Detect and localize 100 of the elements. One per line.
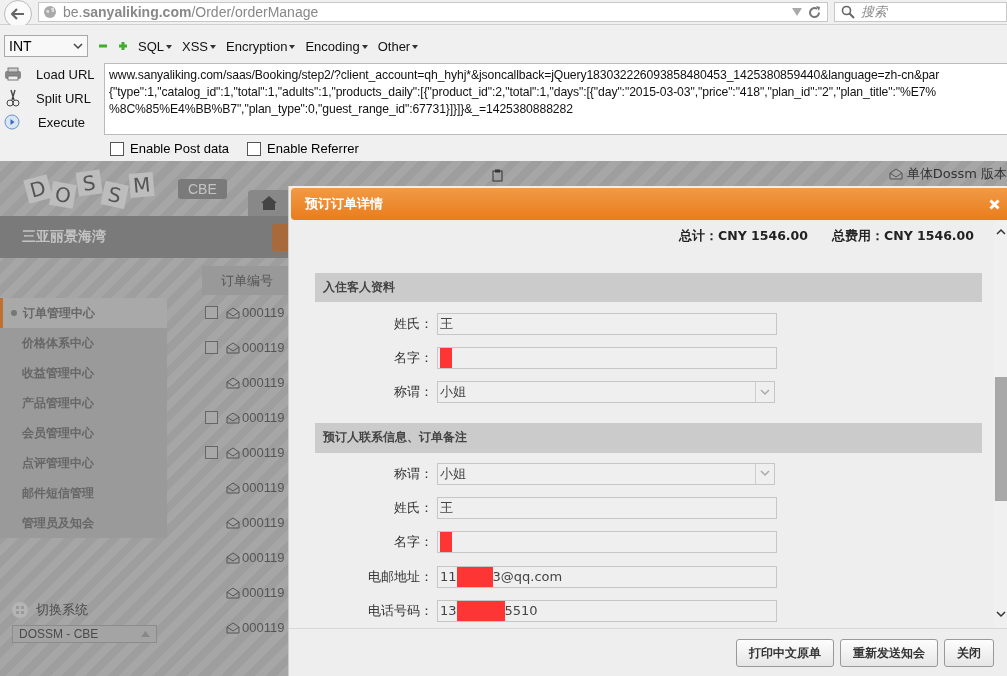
checkbox[interactable] [205,341,218,354]
envelope-icon [888,168,903,180]
envelope-icon [226,516,240,529]
caret-down-icon [361,45,368,50]
dialog-button[interactable]: 关闭 [944,639,994,667]
dropdown-triangle-icon[interactable] [792,8,802,16]
dialog-button[interactable]: 重新发送知会 [840,639,938,667]
field-label: 名字： [393,533,433,552]
grid-circle-icon [12,602,28,618]
checkbox[interactable] [205,446,218,459]
search-field[interactable]: 搜索 [834,2,1007,22]
section-header: 入住客人资料 [315,273,982,303]
toolbar-menu[interactable]: Encoding [305,38,368,54]
order-number[interactable]: 000119 [242,515,285,530]
play-icon [4,114,20,130]
reload-icon[interactable] [808,5,821,19]
field-label: 电话号码： [367,601,433,620]
toolbar-menu[interactable]: XSS [182,38,217,54]
order-number[interactable]: 000119 [242,480,285,495]
text-field[interactable]: 11 3@qq.com [437,565,777,588]
address-bar[interactable]: be.sanyaliking.com/Order/orderManage [38,2,828,22]
chevron-up-icon [996,228,1006,235]
toolbar-menu[interactable]: Encryption [226,38,296,54]
redaction-mark [440,532,452,553]
select-field[interactable]: 小姐 [437,462,775,485]
text-field[interactable]: 王 [437,497,777,519]
field-label: 称谓： [393,464,433,483]
clipboard-icon[interactable] [492,169,503,182]
field-value: 11 3@qq.com [440,566,563,587]
section-header: 预订人联系信息、订单备注 [315,423,982,453]
envelope-icon [226,481,240,494]
system-select[interactable]: DOSSM - CBE [12,625,157,643]
caret-down-icon [210,45,217,50]
back-button[interactable] [4,0,32,28]
order-number[interactable]: 000119 [242,585,285,600]
caret-down-icon [166,45,172,50]
redaction-mark [456,566,493,587]
action-button[interactable]: Split URL [36,90,91,106]
dialog-button[interactable]: 打印中文原单 [736,639,834,667]
field-value: 小姐 [440,464,466,483]
envelope-icon [226,411,240,424]
envelope-icon [226,341,240,354]
version-text: 单体Dossm 版本 [906,165,1007,183]
checkbox-label: Enable Referrer [267,141,359,156]
field-label: 姓氏： [393,314,433,333]
order-number[interactable]: 000119 [242,620,285,635]
envelope-icon [226,306,240,319]
checkbox[interactable] [110,141,124,156]
envelope-icon [226,586,240,599]
dialog-title: 预订订单详情 [305,195,383,213]
home-icon [261,196,277,210]
caret-down-icon [289,45,296,50]
hotel-name: 三亚丽景海湾 [22,228,106,246]
envelope-icon [226,621,240,634]
search-icon [841,5,855,19]
url-text: be.sanyaliking.com/Order/orderManage [63,4,320,20]
order-number[interactable]: 000119 [242,375,285,390]
order-number[interactable]: 000119 [242,445,285,460]
chevron-down-icon [996,611,1006,618]
text-field[interactable] [437,346,777,369]
checkbox[interactable] [205,306,218,319]
close-button[interactable] [989,198,1000,210]
field-value: 13 5510 [440,600,538,621]
chevron-down-icon [760,470,770,478]
action-button[interactable]: Execute [38,114,85,130]
field-value: 小姐 [440,383,466,402]
envelope-icon [226,376,240,389]
text-field[interactable] [437,531,777,554]
back-arrow-icon [11,8,25,20]
envelope-icon [226,551,240,564]
order-number[interactable]: 000119 [242,340,285,355]
chevron-down-icon [760,388,770,396]
field-label: 称谓： [393,383,433,402]
field-label: 名字： [393,348,433,367]
text-field[interactable]: 王 [437,312,777,335]
action-button[interactable]: Load URL [36,66,95,82]
toolbar-menu[interactable]: Other [377,38,419,54]
caret-up-icon [141,631,150,637]
envelope-icon [226,446,240,459]
scissors-icon [4,89,22,107]
checkbox[interactable] [247,141,262,156]
home-tab[interactable] [248,190,290,216]
total-text: 总费用：CNY 1546.00 [832,228,974,245]
url-textarea[interactable]: www.sanyaliking.com/saas/Booking/step2/?client_account=qh_hyhj*&jsoncallback=jQuery183032226093858480453_1425380859440&language=zh-cn&par {"type":1,"catalog_id":1,"total":1,"adults":1,"products_daily":[{"product_id":2,"total":1,"days":[{"day":"2015-03-03","price":"418","plan_id":"2","plan_title":"%E7% %8C%85%E4%BB%B7","plan_type":0,"guest_range_id":67731}]}]}&_=1425380888282 [104,63,1007,135]
checkbox[interactable] [205,411,218,424]
order-number[interactable]: 000119 [242,550,285,565]
order-number[interactable]: 000119 [242,410,285,425]
redaction-mark [456,600,505,621]
redaction-mark [440,347,452,368]
toolbar-menu[interactable]: SQL [138,38,172,54]
text-field[interactable]: 13 5510 [437,599,777,622]
caret-down-icon [412,45,419,50]
total-text: 总计：CNY 1546.00 [679,228,808,245]
printer-icon [4,67,22,81]
order-number[interactable]: 000119 [242,305,285,320]
logo-badge: CBE [178,178,227,199]
select-field[interactable]: 小姐 [437,381,775,404]
plus-icon[interactable] [118,41,128,51]
type-select[interactable]: INT [4,35,88,57]
sidebar-item[interactable]: 订单管理中心 [0,298,167,328]
